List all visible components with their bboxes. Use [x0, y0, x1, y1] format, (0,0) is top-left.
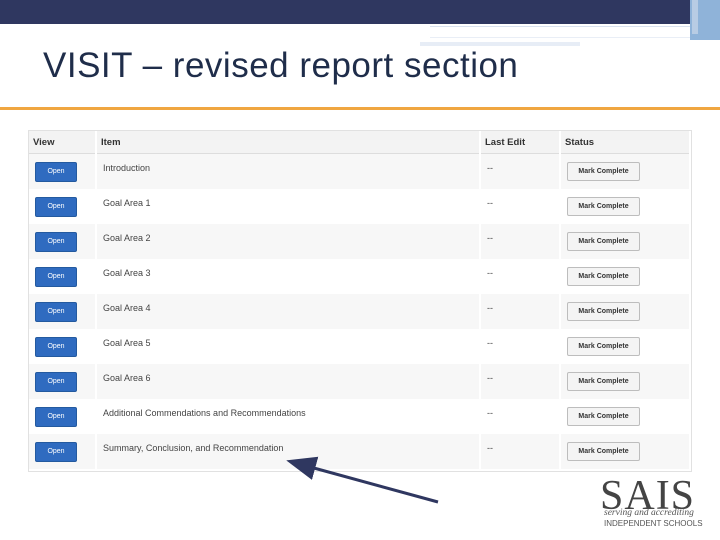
sais-logo: SAIS serving and accrediting INDEPENDENT…: [600, 475, 716, 530]
annotation-arrow: [286, 456, 439, 504]
logo-subtitle: INDEPENDENT SCHOOLS: [604, 519, 703, 528]
arrow-line: [286, 456, 439, 504]
logo-tagline: serving and accrediting: [604, 508, 694, 518]
